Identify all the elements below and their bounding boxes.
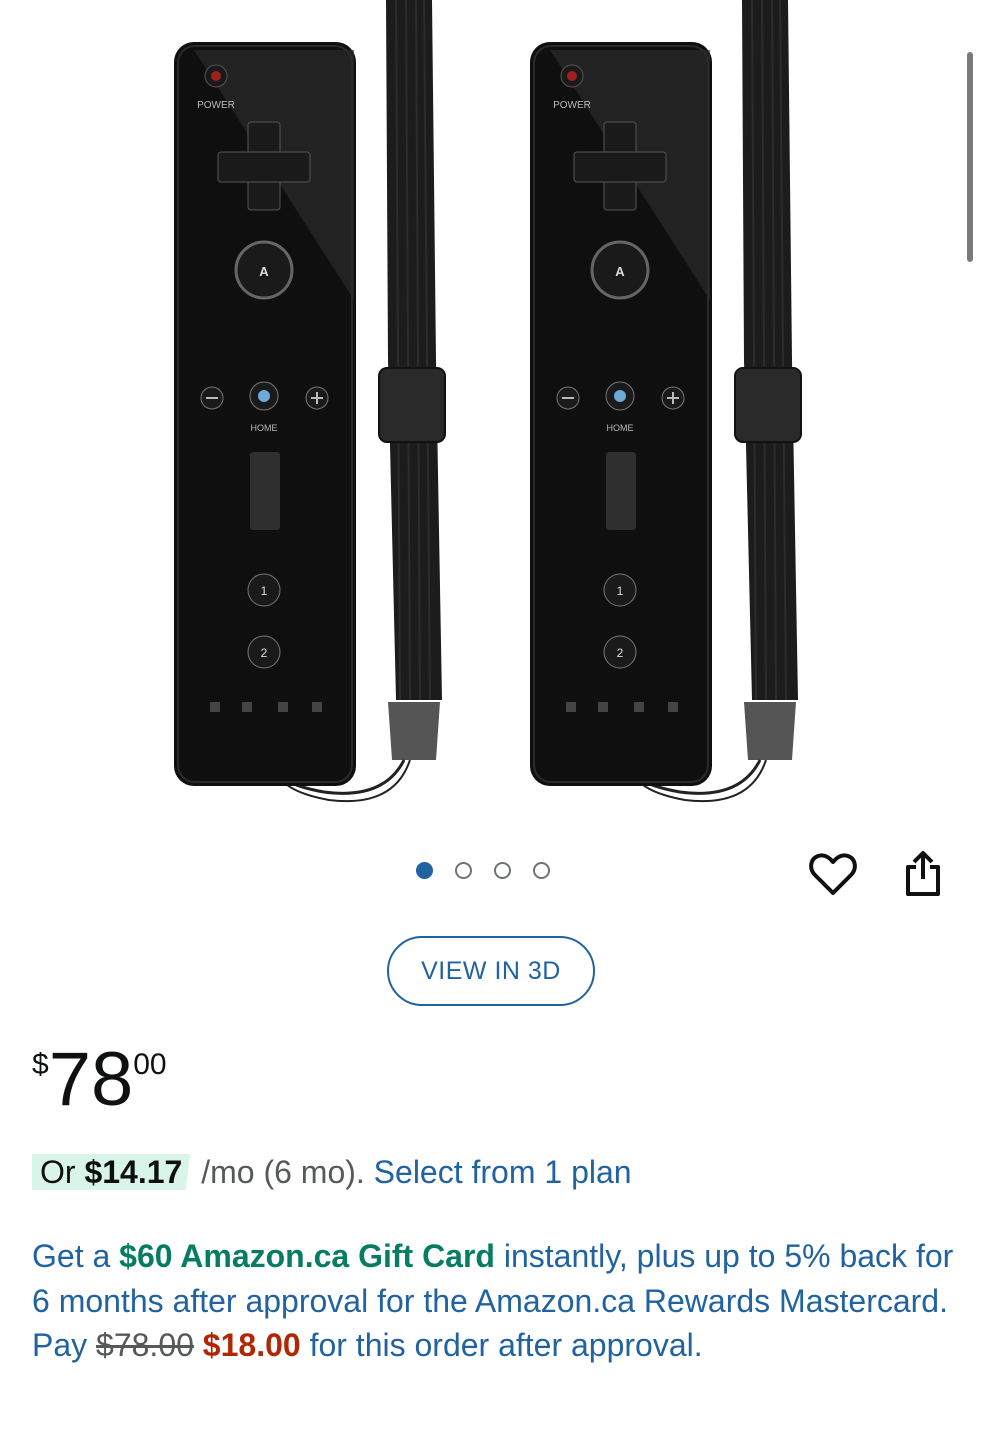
- product-image: POWER A HOME 1 2 POWER A HOME 1 2: [172, 0, 803, 803]
- wishlist-button[interactable]: [807, 848, 859, 900]
- promo-new-price: $18.00: [202, 1327, 301, 1363]
- price-fraction: 00: [133, 1048, 167, 1081]
- power-label: POWER: [197, 100, 235, 111]
- product-image-gallery[interactable]: POWER A HOME 1 2 POWER A HOME 1 2: [0, 0, 983, 830]
- installment-plan: Or $14.17 /mo (6 mo). Select from 1 plan: [32, 1152, 632, 1192]
- home-label: HOME: [607, 423, 634, 433]
- installment-amount: $14.17: [84, 1154, 183, 1190]
- price-whole: 78: [48, 1037, 134, 1122]
- pagination-dot-4[interactable]: [533, 862, 550, 879]
- promo-text-1: Get a: [32, 1238, 120, 1274]
- promo-old-price: $78.00: [96, 1327, 194, 1363]
- image-pagination-dots[interactable]: [416, 862, 550, 879]
- power-label: POWER: [553, 100, 591, 111]
- installment-highlight: Or $14.17: [32, 1154, 191, 1190]
- promo-pay-suffix: for this order after approval.: [300, 1327, 703, 1363]
- a-button-label: A: [259, 264, 269, 279]
- view-in-3d-button[interactable]: VIEW IN 3D: [387, 936, 595, 1006]
- heart-icon: [809, 853, 857, 895]
- scrollbar[interactable]: [967, 52, 973, 262]
- share-icon: [906, 851, 940, 896]
- pagination-dot-1[interactable]: [416, 862, 433, 879]
- one-button-label: 1: [261, 584, 268, 598]
- pagination-dot-3[interactable]: [494, 862, 511, 879]
- home-label: HOME: [251, 423, 278, 433]
- a-button-label: A: [615, 264, 625, 279]
- promo-gift-card: $60 Amazon.ca Gift Card: [119, 1238, 495, 1274]
- share-button[interactable]: [897, 848, 949, 900]
- promo-pay-label: Pay: [32, 1327, 97, 1363]
- installment-prefix: Or: [40, 1154, 85, 1190]
- two-button-label: 2: [261, 646, 268, 660]
- select-plan-link[interactable]: Select from 1 plan: [374, 1154, 632, 1190]
- product-price: $ 78 00: [32, 1040, 167, 1120]
- installment-suffix: /mo (6 mo).: [192, 1154, 374, 1190]
- credit-card-promo[interactable]: Get a $60 Amazon.ca Gift Card instantly,…: [32, 1234, 962, 1368]
- pagination-dot-2[interactable]: [455, 862, 472, 879]
- two-button-label: 2: [617, 646, 624, 660]
- one-button-label: 1: [617, 584, 624, 598]
- price-currency-symbol: $: [32, 1048, 49, 1081]
